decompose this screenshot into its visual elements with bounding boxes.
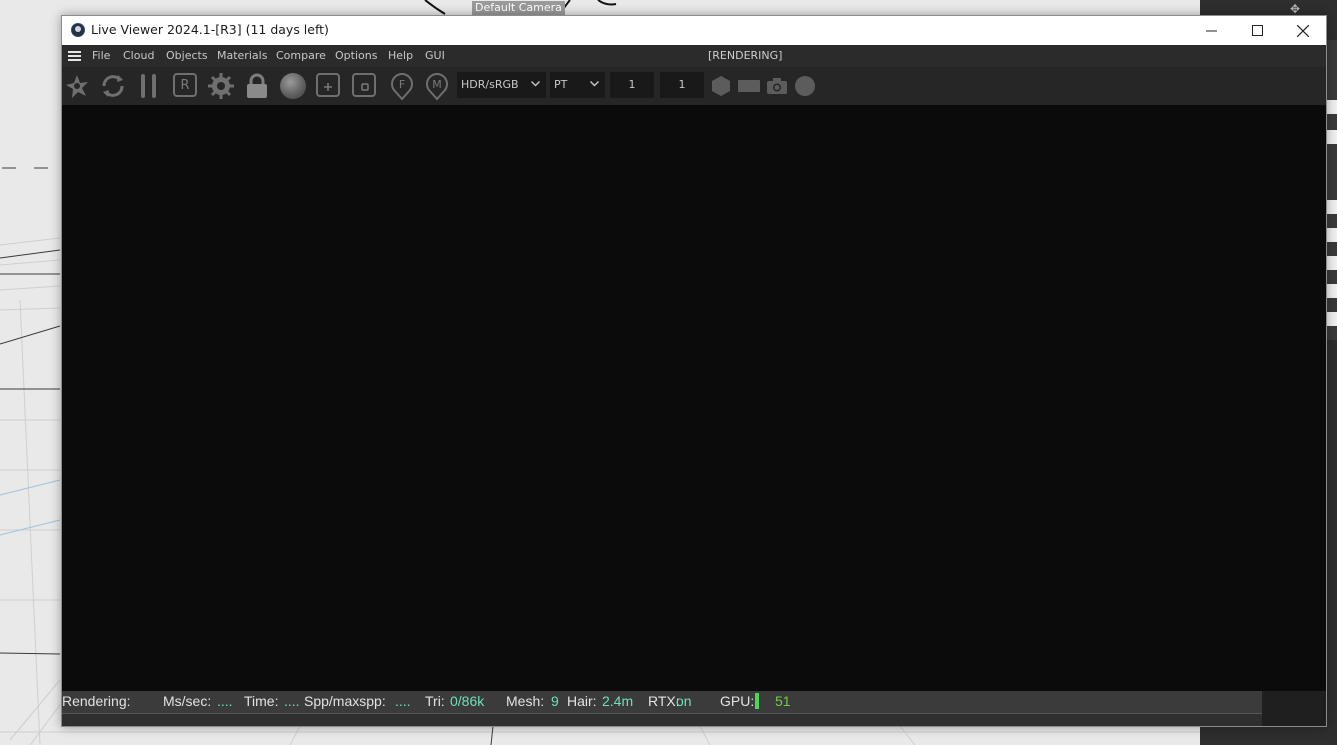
material-pick-label: M: [432, 78, 442, 91]
focus-region-icon[interactable]: [352, 73, 376, 97]
menu-objects[interactable]: Objects: [166, 49, 208, 62]
panel-tab[interactable]: [1327, 256, 1337, 270]
color-space-value: HDR/sRGB: [461, 78, 519, 91]
title-bar[interactable]: Live Viewer 2024.1-[R3] (11 days left): [62, 16, 1326, 45]
material-ball-icon[interactable]: [278, 71, 308, 101]
close-icon: [1297, 24, 1309, 37]
chevron-down-icon: [531, 72, 540, 98]
restart-icon[interactable]: [98, 71, 128, 101]
menu-materials[interactable]: Materials: [217, 49, 267, 62]
hexagon-icon[interactable]: [706, 71, 736, 101]
region-icon[interactable]: R: [173, 73, 197, 97]
panel-tab[interactable]: [1327, 200, 1337, 214]
panel-tab[interactable]: [1327, 100, 1337, 114]
status-bar: Rendering: Ms/sec: .... Time: .... Spp/m…: [62, 691, 1262, 713]
spp-label: Spp/maxspp:: [304, 693, 386, 709]
rtx-value: on: [676, 693, 692, 709]
horizontal-scrollbar[interactable]: [62, 713, 1262, 726]
menu-help[interactable]: Help: [388, 49, 413, 62]
panel-tab[interactable]: [1327, 130, 1337, 144]
panel-tab[interactable]: [1327, 312, 1337, 326]
mesh-label: Mesh:: [506, 693, 545, 709]
menu-gui[interactable]: GUI: [425, 49, 445, 62]
focus-pick-icon[interactable]: F: [387, 71, 417, 101]
minimize-button[interactable]: [1188, 16, 1234, 45]
chevron-down-icon: [590, 72, 599, 98]
rectangle-icon[interactable]: [734, 71, 764, 101]
clay-mode-icon[interactable]: [62, 71, 92, 101]
kernel-select[interactable]: PT: [550, 72, 605, 98]
hair-label: Hair:: [567, 693, 597, 709]
gpu-value: 51: [775, 693, 791, 709]
rtx-label: RTX:: [648, 693, 680, 709]
live-viewer-window: Live Viewer 2024.1-[R3] (11 days left) F…: [61, 15, 1327, 727]
minimize-icon: [1205, 30, 1217, 32]
focus-pick-label: F: [399, 78, 405, 91]
menu-compare[interactable]: Compare: [276, 49, 326, 62]
camera-icon[interactable]: [762, 71, 792, 101]
value-field-1[interactable]: 1: [610, 72, 654, 98]
panel-tab[interactable]: [1327, 228, 1337, 242]
rendering-label: Rendering:: [62, 693, 131, 709]
material-pick-icon[interactable]: M: [422, 71, 452, 101]
menu-options[interactable]: Options: [335, 49, 377, 62]
circle-icon[interactable]: [790, 71, 820, 101]
kernel-value: PT: [554, 78, 568, 91]
menu-file[interactable]: File: [92, 49, 110, 62]
time-value: ....: [284, 693, 300, 709]
close-button[interactable]: [1280, 16, 1326, 45]
render-status-label: [RENDERING]: [708, 49, 783, 62]
menu-bar: File Cloud Objects Materials Compare Opt…: [62, 45, 1326, 67]
pin-icon[interactable]: ✥: [1290, 2, 1304, 16]
color-space-select[interactable]: HDR/sRGB: [457, 72, 546, 98]
tri-value: 0/86k: [450, 693, 485, 709]
toolbar: R F M HDR/sRGB PT 1 1: [62, 67, 1326, 105]
render-viewport[interactable]: [62, 105, 1326, 691]
mssec-value: ....: [217, 693, 233, 709]
lock-icon[interactable]: [242, 71, 272, 101]
time-label: Time:: [244, 693, 279, 709]
value-field-2[interactable]: 1: [660, 72, 704, 98]
spp-value: ....: [395, 693, 411, 709]
panel-tab[interactable]: [1327, 284, 1337, 298]
gpu-usage-bar: [753, 693, 759, 710]
pause-icon[interactable]: [134, 71, 164, 101]
gpu-label: GPU:: [720, 693, 755, 709]
maximize-icon: [1251, 25, 1263, 36]
hamburger-menu-icon[interactable]: [68, 51, 81, 61]
camera-label: Default Camera: [472, 1, 565, 15]
menu-cloud[interactable]: Cloud: [123, 49, 154, 62]
settings-icon[interactable]: [206, 71, 236, 101]
tri-label: Tri:: [425, 693, 445, 709]
status-corner: [1262, 691, 1326, 726]
hair-value: 2.4m: [602, 693, 634, 709]
add-region-icon[interactable]: [316, 73, 340, 97]
mssec-label: Ms/sec:: [163, 693, 212, 709]
maximize-button[interactable]: [1234, 16, 1280, 45]
mesh-value: 9: [551, 693, 559, 709]
window-title: Live Viewer 2024.1-[R3] (11 days left): [91, 22, 329, 37]
app-logo-icon: [71, 23, 85, 37]
